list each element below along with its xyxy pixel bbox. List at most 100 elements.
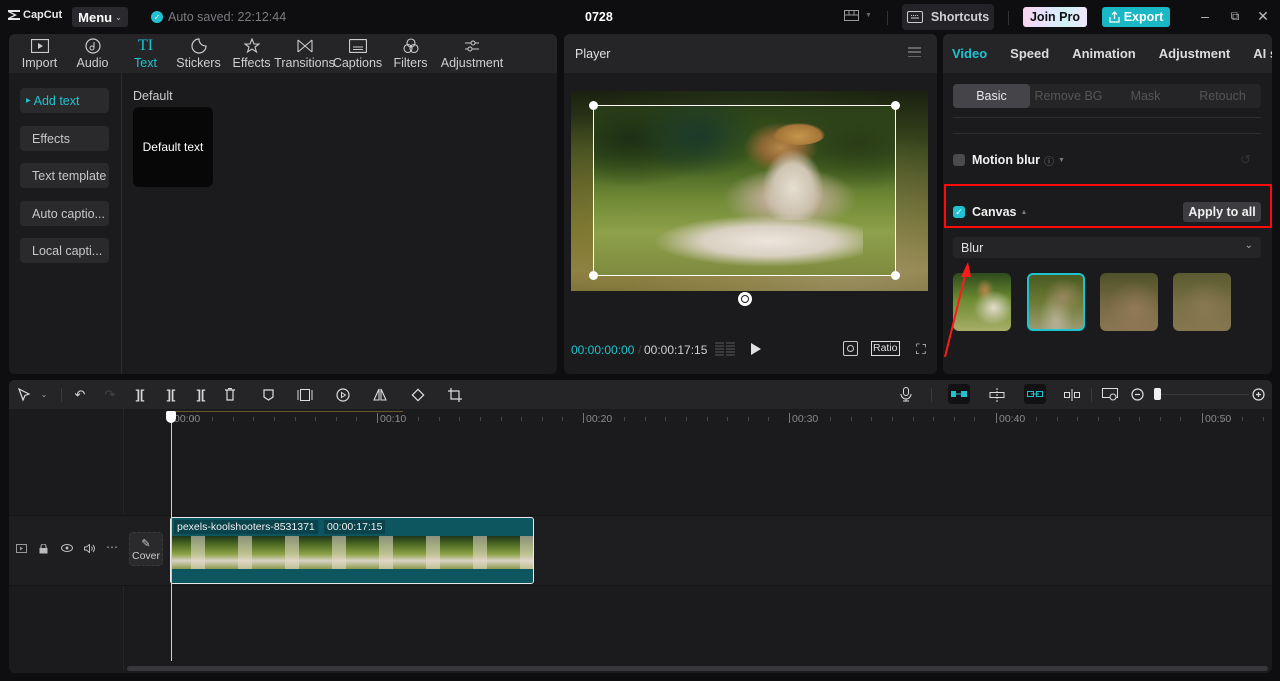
- close-icon[interactable]: ✕: [1253, 8, 1273, 25]
- sidebar-item-effects[interactable]: Effects: [20, 126, 109, 151]
- video-clip[interactable]: pexels-koolshooters-8531371 00:00:17:15: [170, 517, 534, 584]
- tab-text[interactable]: TI Text: [119, 34, 172, 73]
- horizontal-scrollbar[interactable]: [127, 666, 1268, 671]
- restore-icon[interactable]: ⧉: [1225, 9, 1245, 24]
- playhead-handle[interactable]: [166, 411, 176, 423]
- auto-snap-icon[interactable]: [988, 386, 1006, 403]
- select-tool-icon[interactable]: [15, 386, 33, 403]
- eye-icon[interactable]: [61, 544, 73, 555]
- sidebar-item-add-text[interactable]: ▶ Add text: [20, 88, 109, 113]
- motion-blur-checkbox[interactable]: [953, 154, 965, 166]
- redo-icon[interactable]: ↷: [101, 386, 119, 403]
- sidebar-item-label: Effects: [32, 131, 70, 146]
- zoom-out-icon[interactable]: [1128, 386, 1146, 403]
- mirror-icon[interactable]: [371, 386, 389, 403]
- blur-option-1[interactable]: [1027, 273, 1085, 331]
- subtab-mask[interactable]: Mask: [1107, 84, 1184, 108]
- zoom-fit-icon[interactable]: [843, 341, 858, 356]
- project-title[interactable]: 0728: [585, 10, 613, 24]
- time-ruler[interactable]: 00:00 00:10 00:20 00:30 00:40 00:50: [124, 409, 1272, 429]
- sidebar-item-local-captions[interactable]: Local capti...: [20, 238, 109, 263]
- default-text-card[interactable]: Default text: [133, 107, 213, 187]
- tab-transitions[interactable]: Transitions: [274, 34, 335, 73]
- tab-stickers[interactable]: Stickers: [172, 34, 225, 73]
- zoom-slider-track[interactable]: [1159, 394, 1249, 395]
- subtab-remove-bg[interactable]: Remove BG: [1030, 84, 1107, 108]
- tab-adjustment[interactable]: Adjustment: [1159, 34, 1231, 73]
- player-controls: 00:00:00:00 / 00:00:17:15 Ratio ⛶: [564, 339, 937, 359]
- minimize-icon[interactable]: –: [1195, 8, 1215, 24]
- help-icon[interactable]: ⓘ: [1044, 153, 1054, 168]
- tab-effects[interactable]: Effects: [225, 34, 278, 73]
- ruler-tick: [603, 417, 605, 421]
- blur-option-3[interactable]: [1173, 273, 1231, 331]
- export-button[interactable]: Export: [1102, 7, 1170, 27]
- shortcuts-button[interactable]: Shortcuts: [902, 4, 994, 30]
- tab-ai-style[interactable]: AI st: [1253, 34, 1272, 73]
- tab-adjustment[interactable]: Adjustment: [437, 34, 507, 73]
- layout-button[interactable]: ▼: [844, 10, 872, 21]
- caret-down-icon[interactable]: ▼: [1058, 157, 1065, 164]
- ruler-tick: [1036, 417, 1038, 421]
- join-pro-button[interactable]: Join Pro: [1023, 7, 1087, 27]
- rotate-icon[interactable]: [738, 292, 752, 306]
- tab-video[interactable]: Video: [952, 34, 987, 73]
- preview-canvas[interactable]: [571, 91, 928, 291]
- menu-icon[interactable]: [908, 47, 921, 57]
- ratio-button[interactable]: Ratio: [871, 341, 900, 356]
- ruler-tick: [191, 417, 193, 421]
- undo-icon[interactable]: ↶: [71, 386, 89, 403]
- reverse-icon[interactable]: [334, 386, 352, 403]
- subtab-basic[interactable]: Basic: [953, 84, 1030, 108]
- play-icon[interactable]: [751, 343, 761, 355]
- subtab-retouch[interactable]: Retouch: [1184, 84, 1261, 108]
- split-left-icon[interactable]: ][: [162, 386, 180, 403]
- resize-handle[interactable]: [589, 101, 598, 110]
- tab-captions[interactable]: Captions: [331, 34, 384, 73]
- sidebar-item-auto-captions[interactable]: Auto captio...: [20, 201, 109, 226]
- zoom-to-fit-icon[interactable]: [1101, 386, 1119, 403]
- export-icon: [1109, 11, 1120, 23]
- blur-option-2[interactable]: [1100, 273, 1158, 331]
- tab-import[interactable]: Import: [13, 34, 66, 73]
- tab-speed[interactable]: Speed: [1010, 34, 1049, 73]
- lock-icon[interactable]: [39, 543, 48, 557]
- tab-filters[interactable]: Filters: [384, 34, 437, 73]
- more-icon[interactable]: ⋯: [106, 540, 118, 554]
- chevron-down-icon[interactable]: ⌄: [35, 386, 53, 403]
- marker-icon[interactable]: [259, 386, 277, 403]
- freeze-frame-icon[interactable]: [296, 386, 314, 403]
- delete-icon[interactable]: [221, 386, 239, 403]
- shortcuts-label: Shortcuts: [930, 10, 990, 24]
- main-track-magnet-icon[interactable]: [948, 384, 970, 404]
- rotate-icon[interactable]: [409, 386, 427, 403]
- linkage-icon[interactable]: [1024, 384, 1046, 404]
- divider: [61, 388, 62, 402]
- ruler-tick: [953, 417, 955, 421]
- microphone-icon[interactable]: [897, 386, 915, 403]
- blur-option-none[interactable]: [953, 273, 1011, 331]
- preview-axis-icon[interactable]: [1063, 386, 1081, 403]
- fullscreen-icon[interactable]: ⛶: [916, 341, 926, 358]
- menu-button[interactable]: Menu ⌄: [72, 7, 128, 27]
- zoom-in-icon[interactable]: [1249, 386, 1267, 403]
- crop-icon[interactable]: [446, 386, 464, 403]
- split-icon[interactable]: ][: [131, 386, 149, 403]
- ruler-label: 00:10: [377, 413, 406, 425]
- track-video-icon[interactable]: [16, 544, 27, 556]
- zoom-slider-handle[interactable]: [1154, 388, 1161, 400]
- volume-icon[interactable]: [84, 543, 95, 556]
- tab-audio[interactable]: Audio: [66, 34, 119, 73]
- selection-box[interactable]: [593, 105, 896, 276]
- player-header: Player: [564, 34, 937, 73]
- sidebar-item-text-template[interactable]: Text template: [20, 163, 109, 188]
- split-right-icon[interactable]: ][: [192, 386, 210, 403]
- resize-handle[interactable]: [891, 101, 900, 110]
- reset-icon[interactable]: ↺: [1240, 152, 1251, 168]
- tab-animation[interactable]: Animation: [1072, 34, 1136, 73]
- playhead[interactable]: [171, 418, 172, 661]
- resize-handle[interactable]: [891, 271, 900, 280]
- canvas-type-select[interactable]: Blur ⌄: [953, 237, 1261, 258]
- resize-handle[interactable]: [589, 271, 598, 280]
- cover-button[interactable]: ✎ Cover: [129, 532, 163, 566]
